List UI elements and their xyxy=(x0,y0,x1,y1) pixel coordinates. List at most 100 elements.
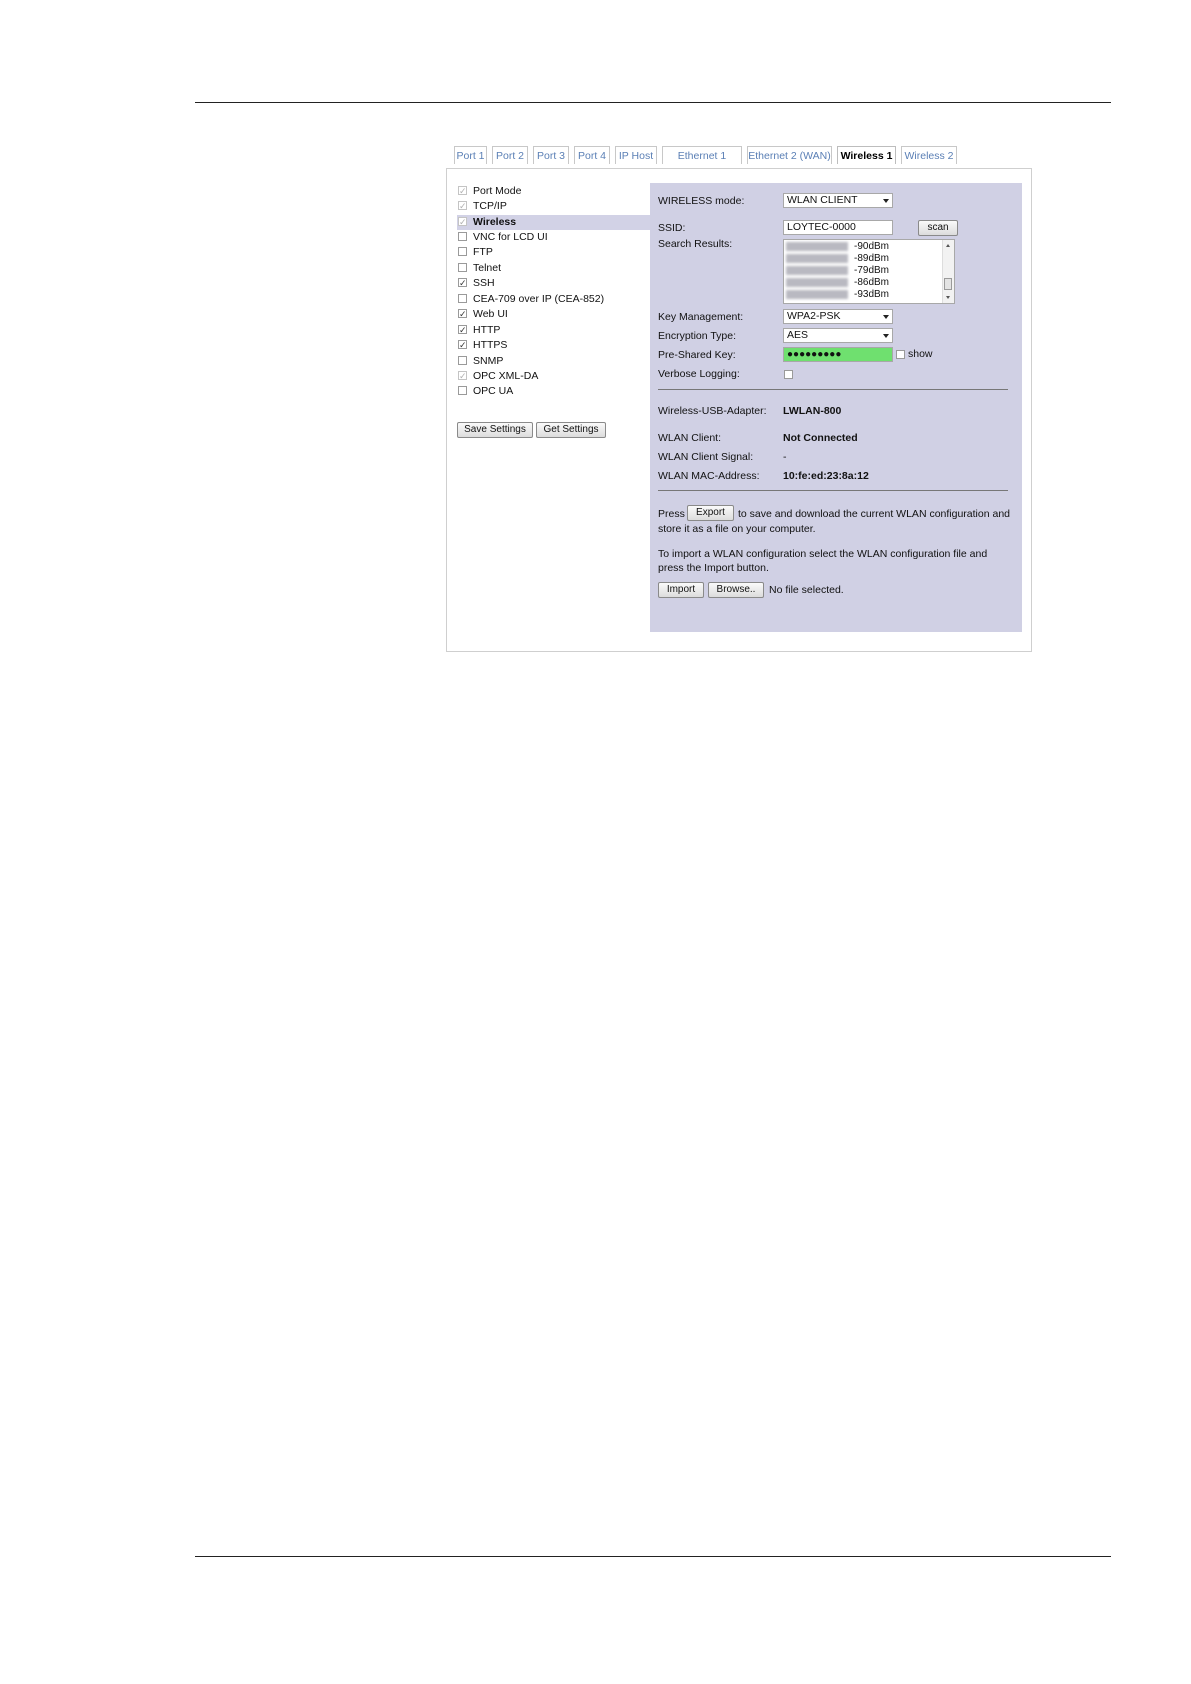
menu-item-opc-xml-da[interactable]: ✓ OPC XML-DA xyxy=(457,369,652,384)
menu-item-label: Wireless xyxy=(473,216,517,228)
encryption-type-label: Encryption Type: xyxy=(658,330,737,342)
checkbox-cea-709[interactable] xyxy=(458,294,467,303)
scroll-thumb[interactable] xyxy=(944,278,952,290)
key-management-select[interactable]: WPA2-PSK xyxy=(783,309,893,324)
tab-ethernet-1-lan[interactable]: Ethernet 1 (LAN) xyxy=(662,146,742,180)
section-divider xyxy=(658,490,1008,491)
menu-item-snmp[interactable]: SNMP xyxy=(457,354,652,369)
menu-item-label: CEA-709 over IP (CEA-852) xyxy=(473,293,605,305)
search-results-label: Search Results: xyxy=(658,238,733,250)
verbose-logging-checkbox[interactable] xyxy=(784,370,793,379)
key-management-value: WPA2-PSK xyxy=(787,310,841,322)
footer-rule xyxy=(195,1556,1111,1557)
checkbox-wireless[interactable]: ✓ xyxy=(458,217,467,227)
menu-item-label: VNC for LCD UI xyxy=(473,231,548,243)
checkbox-opc-xml-da[interactable]: ✓ xyxy=(458,371,467,381)
adapter-label: Wireless-USB-Adapter: xyxy=(658,405,767,417)
menu-item-vnc[interactable]: VNC for LCD UI xyxy=(457,230,652,245)
list-item[interactable]: -89dBm xyxy=(786,253,889,265)
chevron-down-icon xyxy=(883,199,889,203)
checkbox-ssh[interactable]: ✓ xyxy=(458,278,467,288)
tab-wireless-1[interactable]: Wireless 1 xyxy=(837,146,896,164)
tab-ip-host[interactable]: IP Host xyxy=(615,146,657,164)
signal-strength: -93dBm xyxy=(854,289,890,300)
import-button[interactable]: Import xyxy=(658,582,704,598)
menu-item-port-mode[interactable]: ✓ Port Mode xyxy=(457,184,652,199)
import-instructions: To import a WLAN configuration select th… xyxy=(658,548,988,574)
show-key-label: show xyxy=(908,348,933,360)
list-item[interactable]: -93dBm xyxy=(786,289,889,301)
menu-item-cea-709[interactable]: CEA-709 over IP (CEA-852) xyxy=(457,292,652,307)
pre-shared-key-input[interactable]: ●●●●●●●●● xyxy=(783,347,893,362)
key-management-label: Key Management: xyxy=(658,311,744,323)
get-settings-button[interactable]: Get Settings xyxy=(536,422,606,438)
menu-item-label: Telnet xyxy=(473,262,502,274)
wlan-mac-label: WLAN MAC-Address: xyxy=(658,470,760,482)
menu-item-telnet[interactable]: Telnet xyxy=(457,261,652,276)
menu-item-opc-ua[interactable]: OPC UA xyxy=(457,384,652,399)
menu-item-tcp-ip[interactable]: ✓ TCP/IP xyxy=(457,199,652,214)
menu-item-https[interactable]: ✓ HTTPS xyxy=(457,338,652,353)
wireless-settings-panel: WIRELESS mode: WLAN CLIENT SSID: LOYTEC-… xyxy=(650,183,1022,632)
tab-wireless-2[interactable]: Wireless 2 xyxy=(901,146,957,164)
checkbox-telnet[interactable] xyxy=(458,263,467,272)
redacted-ssid xyxy=(786,289,848,299)
tab-ethernet-2-wan[interactable]: Ethernet 2 (WAN) xyxy=(747,146,832,164)
menu-item-http[interactable]: ✓ HTTP xyxy=(457,323,652,338)
checkbox-ftp[interactable] xyxy=(458,247,467,256)
show-key-checkbox[interactable] xyxy=(896,350,905,359)
export-button[interactable]: Export xyxy=(687,505,734,521)
encryption-type-select[interactable]: AES xyxy=(783,328,893,343)
menu-item-ftp[interactable]: FTP xyxy=(457,245,652,260)
section-divider xyxy=(658,389,1008,390)
pre-shared-key-label: Pre-Shared Key: xyxy=(658,349,736,361)
export-description: to save and download the current WLAN co… xyxy=(738,508,1011,520)
menu-item-label: OPC UA xyxy=(473,385,514,397)
save-settings-button[interactable]: Save Settings xyxy=(457,422,533,438)
ssid-input[interactable]: LOYTEC-0000 xyxy=(783,220,893,235)
redacted-ssid xyxy=(786,253,848,263)
list-item[interactable]: -86dBm xyxy=(786,277,889,289)
menu-item-wireless[interactable]: ✓ Wireless xyxy=(457,215,652,230)
checkbox-http[interactable]: ✓ xyxy=(458,325,467,335)
checkbox-vnc[interactable] xyxy=(458,232,467,241)
menu-item-ssh[interactable]: ✓ SSH xyxy=(457,276,652,291)
checkbox-https[interactable]: ✓ xyxy=(458,340,467,350)
checkbox-web-ui[interactable]: ✓ xyxy=(458,309,467,319)
tab-port-1[interactable]: Port 1 xyxy=(454,146,487,164)
search-results-list[interactable]: -90dBm -89dBm -79dBm -86dBm -93dBm xyxy=(783,239,955,304)
redacted-ssid xyxy=(786,265,848,275)
checkbox-snmp[interactable] xyxy=(458,356,467,365)
browse-button[interactable]: Browse.. xyxy=(708,582,764,598)
menu-item-label: HTTPS xyxy=(473,339,508,351)
scroll-down-icon[interactable] xyxy=(946,296,950,299)
no-file-selected-text: No file selected. xyxy=(769,584,844,596)
list-scrollbar[interactable] xyxy=(942,240,954,303)
wireless-mode-select[interactable]: WLAN CLIENT xyxy=(783,193,893,208)
wlan-client-signal-label: WLAN Client Signal: xyxy=(658,451,754,463)
checkbox-opc-ua[interactable] xyxy=(458,386,467,395)
redacted-ssid xyxy=(786,241,848,251)
list-item[interactable]: -90dBm xyxy=(786,241,889,253)
list-item[interactable]: -79dBm xyxy=(786,265,889,277)
menu-item-label: SNMP xyxy=(473,355,504,367)
scroll-up-icon[interactable] xyxy=(946,244,950,247)
adapter-value: LWLAN-800 xyxy=(783,405,842,417)
wlan-mac-value: 10:fe:ed:23:8a:12 xyxy=(783,470,869,482)
menu-item-label: Port Mode xyxy=(473,185,522,197)
wlan-client-value: Not Connected xyxy=(783,432,858,444)
scan-button[interactable]: scan xyxy=(918,220,958,236)
chevron-down-icon xyxy=(883,315,889,319)
checkbox-tcp-ip[interactable]: ✓ xyxy=(458,201,467,211)
checkbox-port-mode[interactable]: ✓ xyxy=(458,186,467,196)
tab-port-2[interactable]: Port 2 xyxy=(492,146,528,164)
tab-port-4[interactable]: Port 4 xyxy=(574,146,610,164)
wireless-mode-label: WIRELESS mode: xyxy=(658,195,745,207)
menu-item-label: OPC XML-DA xyxy=(473,370,539,382)
header-rule xyxy=(195,102,1111,103)
tab-port-3[interactable]: Port 3 xyxy=(533,146,569,164)
signal-strength: -89dBm xyxy=(854,253,890,264)
menu-item-web-ui[interactable]: ✓ Web UI xyxy=(457,307,652,322)
signal-strength: -90dBm xyxy=(854,241,890,252)
signal-strength: -86dBm xyxy=(854,277,890,288)
